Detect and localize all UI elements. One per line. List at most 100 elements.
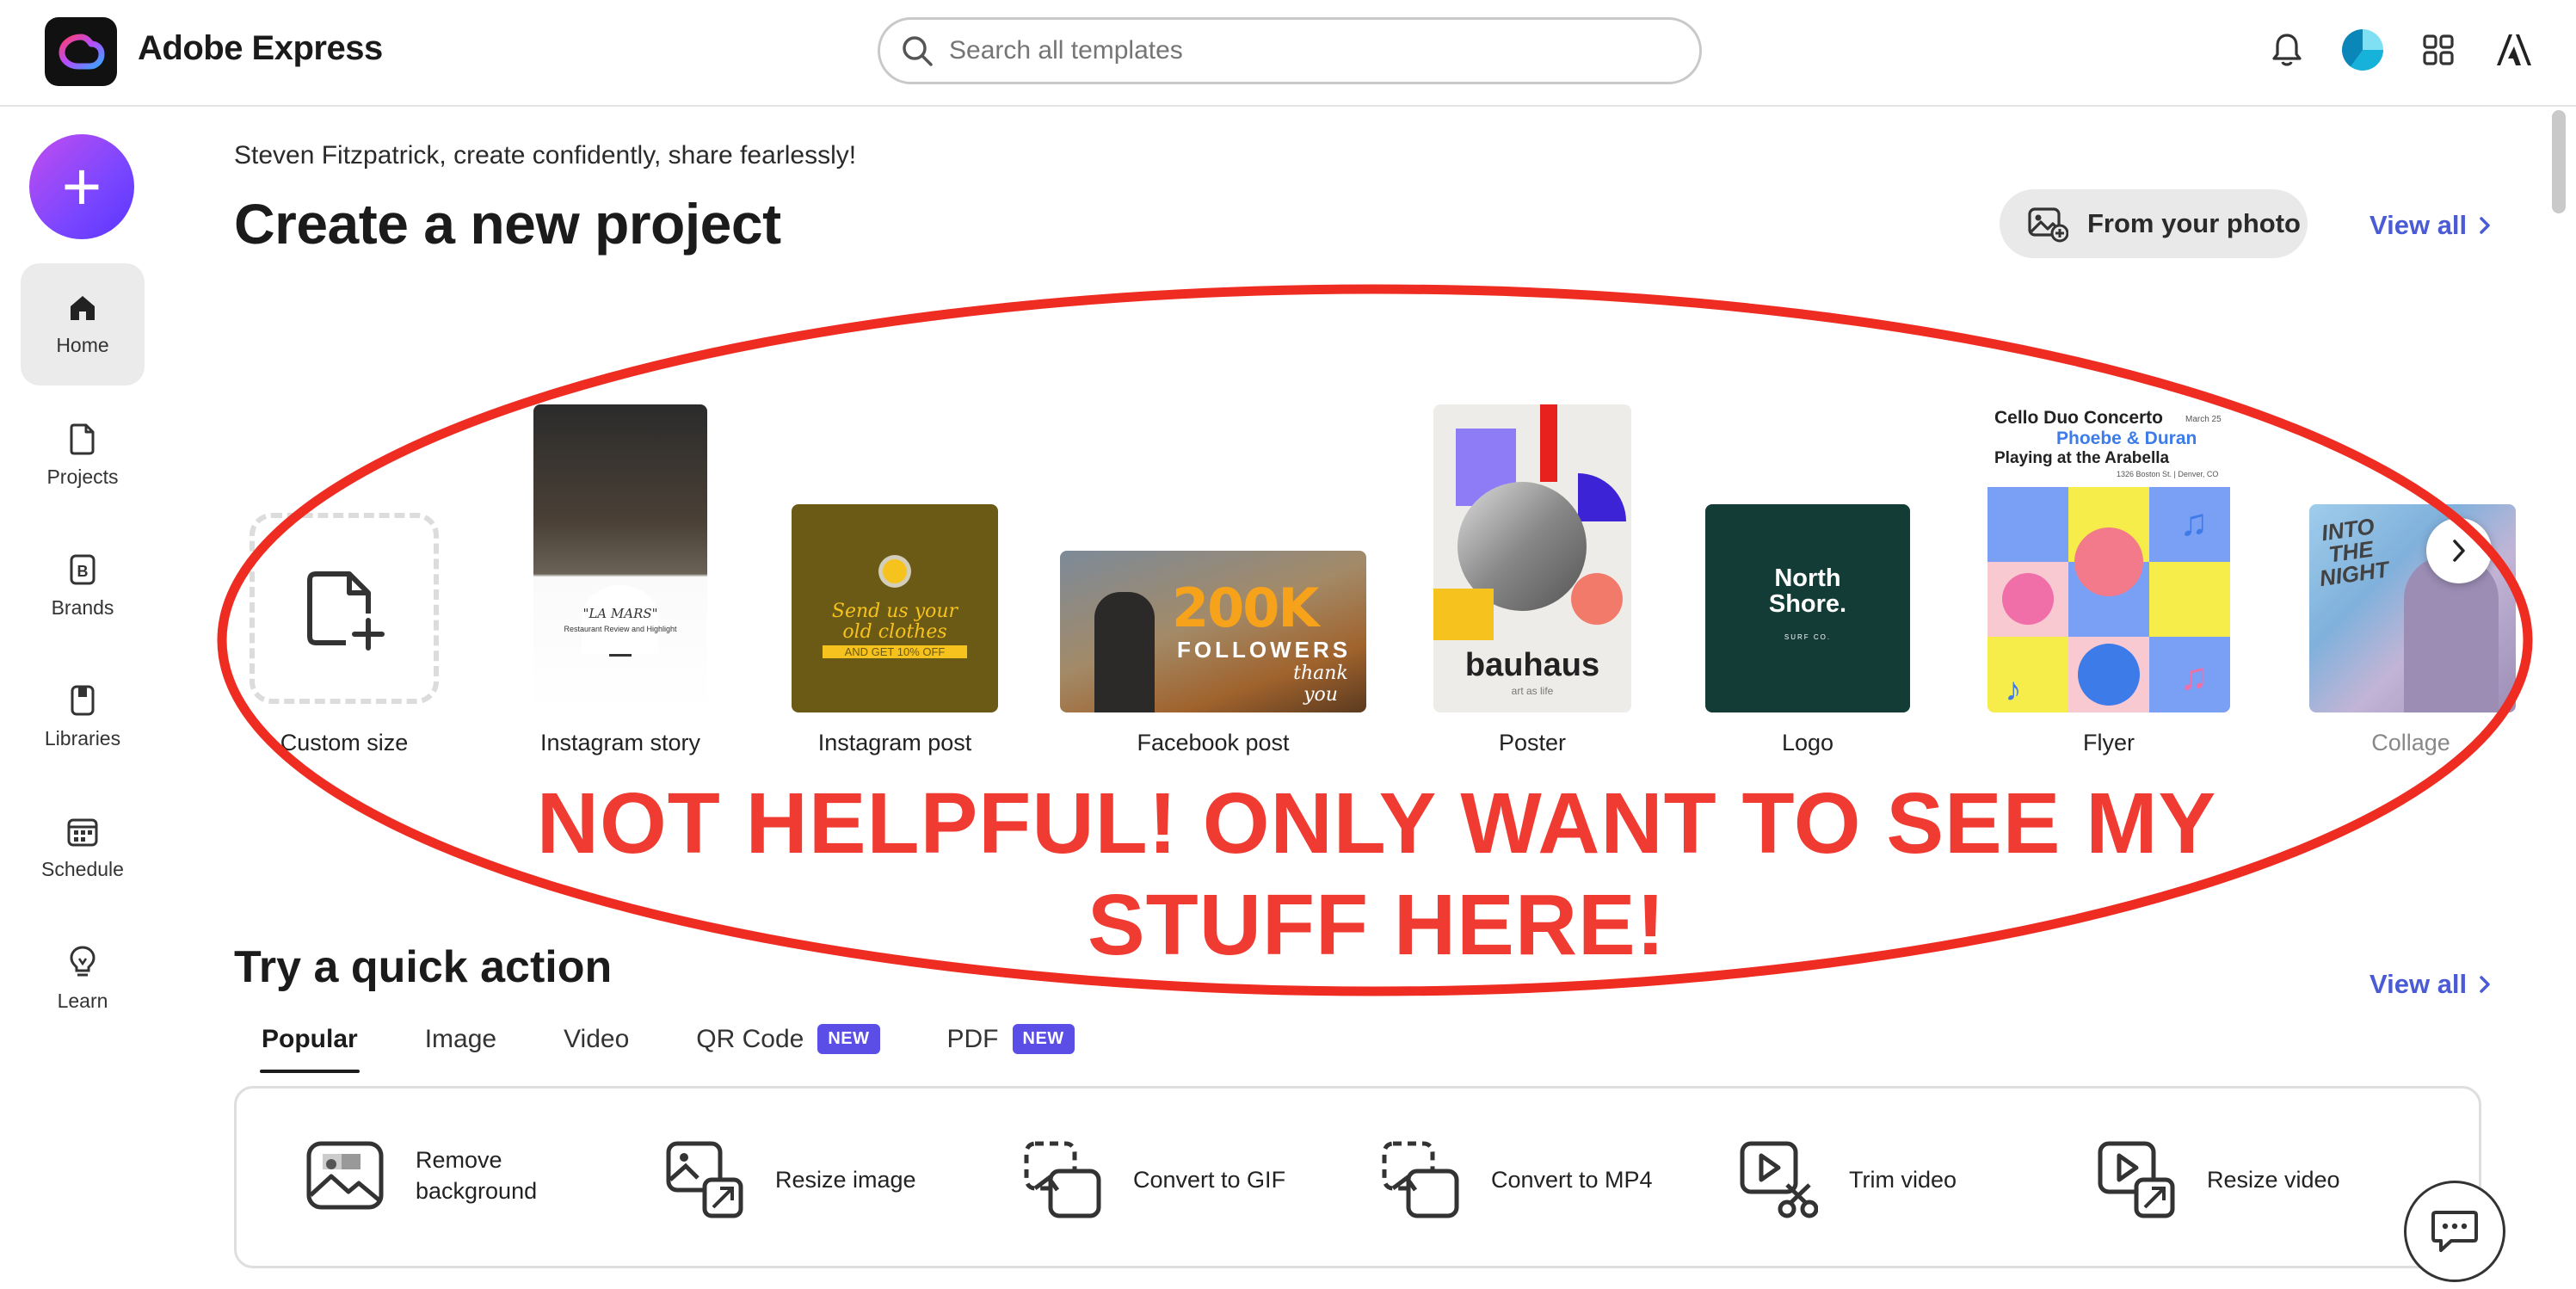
chevron-right-icon [2453, 540, 2465, 562]
resize-image-icon [666, 1141, 743, 1218]
tab-pdf[interactable]: PDF NEW [947, 1024, 1075, 1054]
thumb-text: 200K [1172, 577, 1319, 639]
chat-button[interactable] [2404, 1181, 2505, 1282]
tab-popular[interactable]: Popular [260, 1025, 360, 1073]
quick-action-trim-video[interactable]: Trim video [1739, 1140, 1957, 1219]
template-label: Logo [1781, 730, 1834, 756]
sidebar-item-home[interactable]: Home [21, 263, 145, 385]
sidebar-item-label: Brands [51, 595, 114, 619]
sidebar-item-schedule[interactable]: Schedule [21, 786, 145, 909]
header-actions [2263, 26, 2538, 74]
thumb-text: AND GET 10% OFF [823, 645, 967, 658]
template-label: Facebook post [1137, 730, 1290, 756]
svg-text:B: B [77, 563, 89, 580]
template-label: Instagram post [817, 730, 972, 756]
sidebar-item-brands[interactable]: B Brands [21, 525, 145, 647]
template-label: Custom size [280, 730, 409, 756]
template-thumbnail: "LA MARS" Restaurant Review and Highligh… [533, 404, 707, 712]
new-badge: NEW [817, 1024, 880, 1054]
search-icon [903, 36, 933, 66]
bulb-icon [70, 945, 96, 976]
template-label: Collage [2371, 730, 2450, 756]
thumb-text: "LA MARS" [582, 606, 658, 621]
quick-action-label: Remove background [416, 1147, 538, 1204]
apps-grid-icon[interactable] [2414, 26, 2462, 74]
sidebar-item-projects[interactable]: Projects [21, 394, 145, 516]
new-badge: NEW [1012, 1024, 1075, 1054]
page-scrollbar[interactable] [2552, 110, 2566, 213]
chat-icon [2431, 1211, 2478, 1252]
trim-video-icon [1740, 1141, 1818, 1218]
thumb-text: Phoebe & Duran [2056, 429, 2197, 448]
file-icon [70, 423, 95, 454]
template-label: Instagram story [539, 730, 701, 756]
view-all-quick-actions-link[interactable]: View all [2370, 969, 2491, 1000]
thumb-text: old clothes [842, 621, 947, 643]
thumb-text: North [1774, 564, 1841, 592]
thumb-text: thank you [1293, 663, 1348, 706]
tab-label: Image [424, 1024, 497, 1053]
tab-label: PDF [946, 1024, 999, 1053]
view-all-templates-link[interactable]: View all [2370, 210, 2491, 241]
sidebar-item-label: Projects [46, 465, 119, 488]
template-thumbnail: North Shore. SURF CO. [1705, 504, 1910, 712]
custom-size-card[interactable] [250, 513, 439, 704]
sidebar-item-label: Schedule [41, 857, 124, 880]
search-input[interactable] [949, 36, 1655, 65]
remove-background-icon [306, 1141, 384, 1210]
tab-video[interactable]: Video [564, 1025, 629, 1054]
sidebar-item-label: Libraries [44, 726, 121, 749]
creative-cloud-icon[interactable] [45, 17, 117, 86]
template-label: Poster [1498, 730, 1567, 756]
tab-label: QR Code [696, 1024, 804, 1053]
thumb-text: bauhaus [1464, 647, 1600, 683]
thumb-text: SURF CO. [1784, 633, 1832, 641]
quick-action-convert-gif[interactable]: Convert to GIF [1023, 1140, 1285, 1219]
sidebar-item-learn[interactable]: Learn [21, 917, 145, 1039]
sidebar: + Home Projects B Brands Libraries Sched… [0, 107, 163, 1289]
view-all-label: View all [2370, 210, 2468, 240]
convert-gif-icon [1024, 1141, 1101, 1218]
resize-video-icon [2098, 1141, 2175, 1218]
thumb-text: March 25 [2185, 415, 2222, 424]
thumb-text: Shore. [1768, 590, 1847, 618]
create-button[interactable]: + [29, 134, 134, 239]
sidebar-item-libraries[interactable]: Libraries [21, 656, 145, 778]
quick-action-convert-mp4[interactable]: Convert to MP4 [1381, 1140, 1653, 1219]
template-thumbnail: Send us your old clothes AND GET 10% OFF [792, 504, 998, 712]
avatar[interactable] [2339, 26, 2387, 74]
view-all-label: View all [2370, 969, 2468, 999]
tab-qr-code[interactable]: QR Code NEW [696, 1024, 880, 1054]
calendar-icon [67, 818, 98, 846]
sidebar-item-label: Learn [57, 989, 108, 1012]
template-label: Flyer [2083, 730, 2135, 756]
template-thumbnail: 200K FOLLOWERS thank you [1060, 551, 1366, 712]
top-bar: Adobe Express [0, 0, 2576, 107]
adobe-express-home: Adobe Express + Home Projects [0, 0, 2576, 1289]
thumb-text: art as life [1511, 685, 1554, 697]
quick-actions-panel: Remove background Resize image Convert t… [234, 1086, 2481, 1268]
greeting: Steven Fitzpatrick, create confidently, … [234, 141, 857, 170]
thumb-text: FOLLOWERS [1177, 637, 1352, 663]
carousel-next-button[interactable] [2426, 518, 2492, 583]
quick-action-heading: Try a quick action [234, 942, 613, 992]
tab-label: Video [564, 1024, 630, 1053]
thumb-text: Cello Duo Concerto [1994, 408, 2164, 428]
quick-action-remove-background[interactable]: Remove background [305, 1140, 553, 1211]
tab-image[interactable]: Image [425, 1025, 496, 1054]
thumb-text: Send us your [831, 601, 958, 622]
quick-action-resize-image[interactable]: Resize image [665, 1140, 916, 1219]
convert-mp4-icon [1382, 1141, 1459, 1218]
adobe-icon[interactable] [2490, 26, 2538, 74]
from-your-photo-label: From your photo [2087, 208, 2301, 238]
thumb-text: Playing at the Arabella [1994, 449, 2170, 467]
home-icon [71, 295, 95, 320]
quick-action-label: Trim video [1849, 1167, 1957, 1193]
chevron-right-icon [2480, 976, 2490, 993]
from-your-photo-button[interactable]: From your photo [2000, 189, 2308, 258]
bell-icon[interactable] [2263, 26, 2311, 74]
search-bar[interactable] [878, 17, 1702, 84]
page-title: Create a new project [234, 192, 781, 256]
quick-action-resize-video[interactable]: Resize video [2097, 1140, 2340, 1219]
chevron-right-icon [2480, 217, 2490, 234]
